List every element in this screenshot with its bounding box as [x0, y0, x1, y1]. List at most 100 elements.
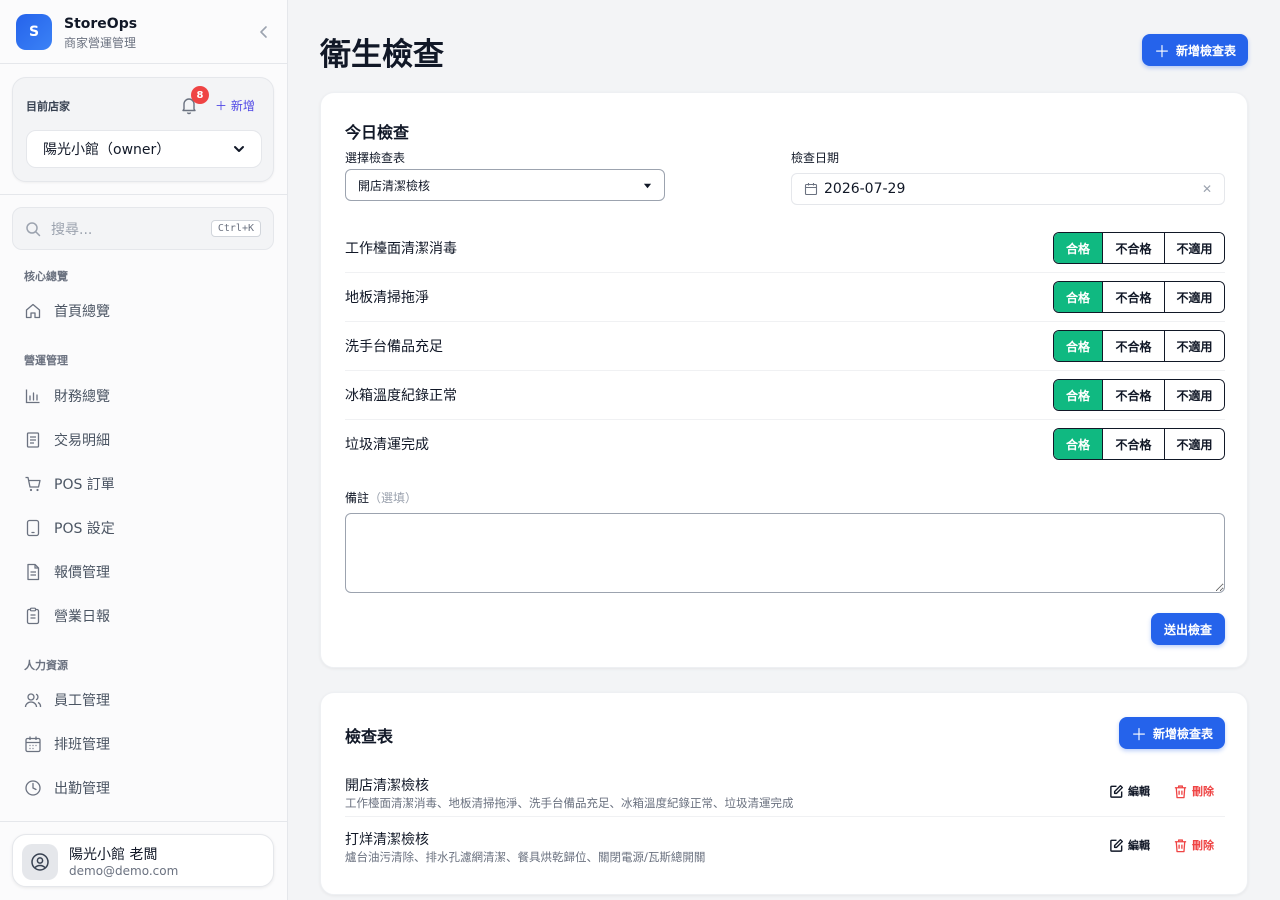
checklist-select[interactable]: 開店清潔檢核 — [345, 169, 665, 201]
na-option[interactable]: 不適用 — [1164, 233, 1224, 263]
note-textarea[interactable] — [345, 513, 1225, 593]
trash-icon — [1174, 784, 1187, 798]
add-checklist-label: 新增檢查表 — [1153, 726, 1214, 741]
nav-item-label: 報價管理 — [54, 565, 110, 581]
nav-item-label: 營業日報 — [54, 609, 110, 625]
nav-item-transactions[interactable]: 交易明細 — [12, 422, 274, 458]
nav-item-label: 財務總覽 — [54, 389, 110, 405]
search-input[interactable]: 搜尋... Ctrl+K — [12, 207, 274, 250]
nav-item-daily-report[interactable]: 營業日報 — [12, 598, 274, 634]
user-circle-icon — [31, 853, 49, 871]
pass-option[interactable]: 合格 — [1054, 233, 1102, 263]
check-item-row: 洗手台備品充足 合格 不合格 不適用 — [345, 322, 1225, 371]
notification-badge: 8 — [191, 86, 209, 104]
na-option[interactable]: 不適用 — [1164, 429, 1224, 459]
brand-subtitle: 商家營運管理 — [64, 36, 137, 50]
checklists-card: 檢查表 ＋ 新增檢查表 開店清潔檢核 工作檯面清潔消毒、地板清掃拖淨、洗手台備品充… — [320, 692, 1248, 895]
nav-item-finance[interactable]: 財務總覽 — [12, 378, 274, 414]
nav-item-quotes[interactable]: 報價管理 — [12, 554, 274, 590]
edit-button[interactable]: 編輯 — [1109, 783, 1150, 799]
plus-icon: ＋ — [1153, 42, 1170, 61]
plus-icon: ＋ — [215, 99, 228, 113]
search-shortcut: Ctrl+K — [210, 220, 261, 237]
add-checklist-button[interactable]: ＋ 新增檢查表 — [1119, 717, 1225, 749]
chevron-left-icon[interactable] — [256, 24, 272, 40]
edit-icon — [1110, 838, 1124, 852]
checklist-name: 打烊清潔檢核 — [345, 832, 429, 848]
edit-icon — [1110, 784, 1124, 798]
nav-item-pos-orders[interactable]: POS 訂單 — [12, 466, 274, 502]
nav-section-core: 核心總覽 — [24, 270, 68, 283]
nav-item-staff[interactable]: 員工管理 — [12, 682, 274, 718]
caret-down-icon — [643, 183, 652, 188]
divider — [0, 194, 287, 195]
brand-logo: S — [16, 14, 52, 50]
today-inspection-card: 今日檢查 選擇檢查表 開店清潔檢核 檢查日期 2026-07-29 ✕ 工作檯面… — [320, 92, 1248, 668]
checklist-select-label: 選擇檢查表 — [345, 151, 406, 165]
pass-option[interactable]: 合格 — [1054, 380, 1102, 410]
na-option[interactable]: 不適用 — [1164, 331, 1224, 361]
nav-item-label: 首頁總覽 — [54, 304, 110, 320]
today-inspection-title: 今日檢查 — [345, 123, 410, 142]
clear-icon[interactable]: ✕ — [1202, 182, 1212, 196]
check-item-label: 工作檯面清潔消毒 — [345, 241, 457, 257]
na-option[interactable]: 不適用 — [1164, 282, 1224, 312]
chevron-down-icon — [234, 146, 244, 152]
calendar-icon — [25, 736, 41, 753]
checklist-name: 開店清潔檢核 — [345, 778, 429, 794]
nav-item-label: 交易明細 — [54, 433, 110, 449]
nav-item-attendance[interactable]: 出勤管理 — [12, 770, 274, 806]
delete-label: 刪除 — [1192, 839, 1214, 852]
check-item-label: 冰箱溫度紀錄正常 — [345, 388, 457, 404]
user-email: demo@demo.com — [69, 864, 179, 878]
receipt-icon — [26, 432, 40, 448]
date-value: 2026-07-29 — [824, 181, 906, 197]
check-item-label: 垃圾清運完成 — [345, 437, 429, 453]
add-checklist-button[interactable]: ＋ 新增檢查表 — [1142, 34, 1248, 66]
user-menu[interactable]: 陽光小館 老闆 demo@demo.com — [12, 834, 274, 887]
status-toggle: 合格 不合格 不適用 — [1053, 330, 1225, 362]
submit-inspection-button[interactable]: 送出檢查 — [1151, 613, 1225, 645]
fail-option[interactable]: 不合格 — [1102, 380, 1164, 410]
nav-section-hr: 人力資源 — [24, 659, 68, 672]
delete-button[interactable]: 刪除 — [1173, 783, 1214, 799]
store-switcher: 目前店家 8 ＋ 新增 陽光小館（owner） — [12, 77, 274, 182]
nav-item-home[interactable]: 首頁總覽 — [12, 293, 274, 329]
nav-item-label: 員工管理 — [54, 693, 110, 709]
calendar-icon — [804, 183, 818, 196]
status-toggle: 合格 不合格 不適用 — [1053, 281, 1225, 313]
tablet-icon — [26, 519, 40, 537]
store-select[interactable]: 陽光小館（owner） — [26, 130, 262, 168]
store-select-value: 陽光小館（owner） — [43, 142, 171, 158]
status-toggle: 合格 不合格 不適用 — [1053, 232, 1225, 264]
search-placeholder: 搜尋... — [51, 221, 93, 238]
status-toggle: 合格 不合格 不適用 — [1053, 379, 1225, 411]
trash-icon — [1174, 838, 1187, 852]
pass-option[interactable]: 合格 — [1054, 331, 1102, 361]
fail-option[interactable]: 不合格 — [1102, 429, 1164, 459]
nav-item-schedule[interactable]: 排班管理 — [12, 726, 274, 762]
user-name: 陽光小館 老闆 — [69, 847, 158, 863]
checklist-select-value: 開店清潔檢核 — [358, 178, 431, 193]
date-input[interactable]: 2026-07-29 ✕ — [791, 173, 1225, 205]
fail-option[interactable]: 不合格 — [1102, 233, 1164, 263]
pass-option[interactable]: 合格 — [1054, 282, 1102, 312]
nav-item-pos-settings[interactable]: POS 設定 — [12, 510, 274, 546]
nav-item-label: POS 設定 — [54, 521, 115, 537]
na-option[interactable]: 不適用 — [1164, 380, 1224, 410]
edit-button[interactable]: 編輯 — [1109, 837, 1150, 853]
fail-option[interactable]: 不合格 — [1102, 331, 1164, 361]
note-optional: （選填） — [369, 491, 418, 505]
add-store-button[interactable]: ＋ 新增 — [215, 97, 255, 114]
pass-option[interactable]: 合格 — [1054, 429, 1102, 459]
fail-option[interactable]: 不合格 — [1102, 282, 1164, 312]
nav-item-label: 出勤管理 — [54, 781, 110, 797]
checklists-title: 檢查表 — [345, 727, 394, 746]
home-icon — [25, 303, 41, 319]
check-item-row: 地板清掃拖淨 合格 不合格 不適用 — [345, 273, 1225, 322]
avatar — [22, 844, 58, 880]
edit-label: 編輯 — [1128, 785, 1150, 798]
checklist-items: 爐台油污清除、排水孔濾網清潔、餐具烘乾歸位、關閉電源/瓦斯總開關 — [345, 850, 706, 864]
page-title: 衛生檢查 — [320, 37, 444, 73]
delete-button[interactable]: 刪除 — [1173, 837, 1214, 853]
